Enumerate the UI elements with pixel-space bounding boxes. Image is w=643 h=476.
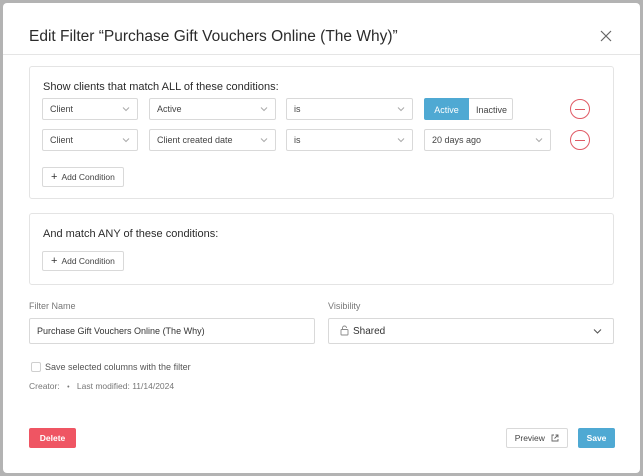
condition-1-field-value: Client	[50, 104, 74, 114]
visibility-value: Shared	[353, 326, 386, 337]
visibility-select[interactable]: Shared	[328, 318, 614, 344]
condition-1-operator-value: is	[294, 104, 301, 114]
creator-meta: Creator: • Last modified: 11/14/2024	[29, 381, 174, 391]
any-conditions-panel: And match ANY of these conditions: + Add …	[29, 213, 614, 285]
condition-2-value-select[interactable]: 20 days ago	[424, 129, 551, 151]
header-divider	[3, 54, 640, 55]
condition-1-field-select[interactable]: Client	[42, 98, 138, 120]
condition-2-operator-select[interactable]: is	[286, 129, 413, 151]
toggle-inactive-button[interactable]: Inactive	[469, 98, 513, 120]
chevron-down-icon	[122, 107, 130, 112]
add-all-condition-label: Add Condition	[61, 172, 115, 182]
chevron-down-icon	[397, 138, 405, 143]
filter-name-input[interactable]: Purchase Gift Vouchers Online (The Why)	[29, 318, 315, 344]
plus-icon: +	[51, 171, 58, 183]
visibility-label: Visibility	[328, 301, 361, 311]
chevron-down-icon	[260, 107, 268, 112]
preview-label: Preview	[514, 433, 545, 443]
chevron-down-icon	[122, 138, 130, 143]
dialog-title: Edit Filter “Purchase Gift Vouchers Onli…	[29, 28, 398, 45]
add-any-condition-label: Add Condition	[61, 256, 115, 266]
save-columns-checkbox[interactable]	[31, 362, 41, 372]
condition-2-field-value: Client	[50, 135, 74, 145]
condition-2-value: 20 days ago	[432, 135, 482, 145]
add-any-condition-button[interactable]: + Add Condition	[42, 251, 124, 271]
condition-2-field-select[interactable]: Client	[42, 129, 138, 151]
external-link-icon	[551, 434, 559, 442]
delete-button[interactable]: Delete	[29, 428, 76, 448]
save-button[interactable]: Save	[578, 428, 615, 448]
condition-2-property-select[interactable]: Client created date	[149, 129, 276, 151]
lock-icon	[340, 325, 349, 336]
condition-2-property-value: Client created date	[157, 135, 233, 145]
condition-2-operator-value: is	[294, 135, 301, 145]
creator-label: Creator:	[29, 381, 60, 391]
preview-button[interactable]: Preview	[506, 428, 568, 448]
condition-1-value-toggle: Active Inactive	[424, 98, 513, 120]
chevron-down-icon	[593, 329, 602, 334]
edit-filter-dialog: Edit Filter “Purchase Gift Vouchers Onli…	[3, 3, 640, 473]
remove-condition-1-icon[interactable]	[570, 99, 590, 119]
filter-name-label: Filter Name	[29, 301, 76, 311]
plus-icon: +	[51, 255, 58, 267]
chevron-down-icon	[397, 107, 405, 112]
add-all-condition-button[interactable]: + Add Condition	[42, 167, 124, 187]
all-conditions-panel: Show clients that match ALL of these con…	[29, 66, 614, 199]
remove-condition-2-icon[interactable]	[570, 130, 590, 150]
toggle-active-button[interactable]: Active	[424, 98, 469, 120]
close-icon[interactable]	[599, 29, 613, 43]
condition-1-operator-select[interactable]: is	[286, 98, 413, 120]
condition-1-property-select[interactable]: Active	[149, 98, 276, 120]
chevron-down-icon	[535, 138, 543, 143]
chevron-down-icon	[260, 138, 268, 143]
meta-separator: •	[67, 384, 70, 391]
any-conditions-title: And match ANY of these conditions:	[43, 228, 219, 240]
save-columns-label: Save selected columns with the filter	[45, 362, 191, 372]
condition-1-property-value: Active	[157, 104, 182, 114]
last-modified-text: Last modified: 11/14/2024	[76, 381, 175, 391]
all-conditions-title: Show clients that match ALL of these con…	[43, 81, 279, 93]
